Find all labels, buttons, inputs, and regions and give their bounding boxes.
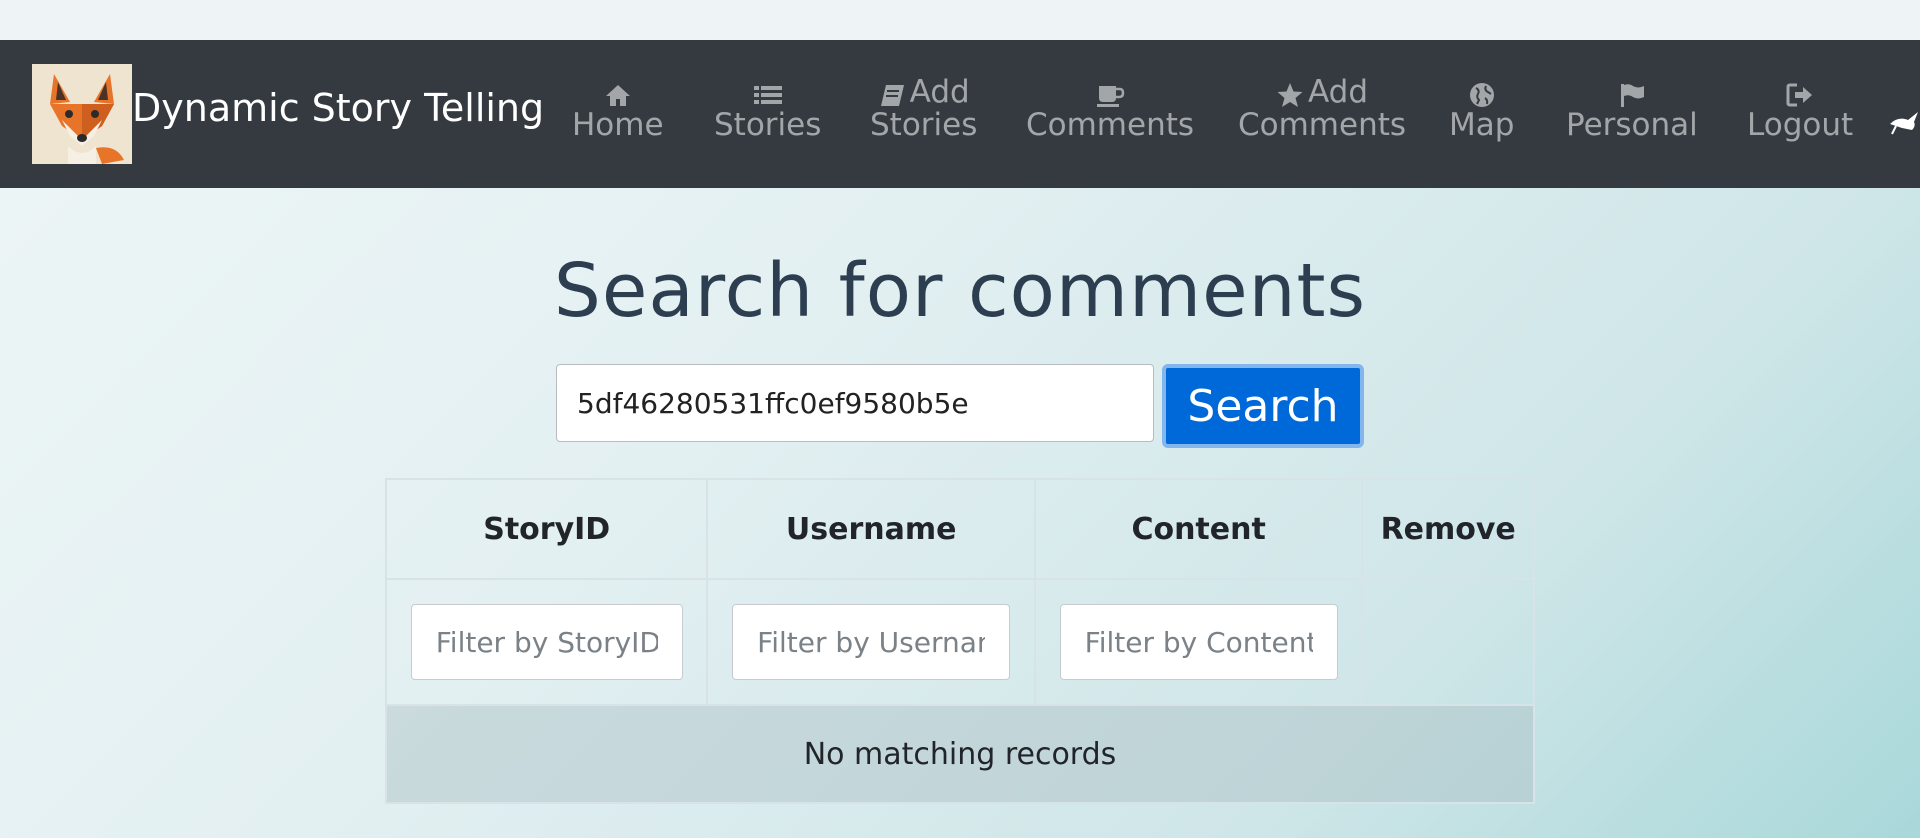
nav-comments[interactable]: Comments <box>1026 76 1194 142</box>
nav-add-comments-line1: Add <box>1238 76 1406 108</box>
nav-stories[interactable]: Stories <box>714 76 821 142</box>
nav-add-stories-add: Add <box>909 74 970 110</box>
star-icon <box>1277 83 1303 107</box>
nav-comments-line1 <box>1026 76 1194 108</box>
nav-personal[interactable]: Personal <box>1566 76 1698 142</box>
logout-icon <box>1786 83 1813 107</box>
list-icon <box>753 86 782 104</box>
nav-map[interactable]: Map <box>1449 76 1514 142</box>
nav-add-comments-label: Comments <box>1238 107 1407 143</box>
table-row: No matching records <box>385 704 1535 804</box>
nav-home[interactable]: Home <box>572 76 664 142</box>
column-header-remove: Remove <box>1361 478 1535 580</box>
nav-home-label: Home <box>572 107 664 143</box>
fox-logo-svg <box>32 64 132 164</box>
nav-logout[interactable]: Logout <box>1747 76 1853 142</box>
nav-add-stories-line1: Add <box>870 76 977 108</box>
nav-stories-label: Stories <box>714 107 822 143</box>
empty-message: No matching records <box>385 704 1535 804</box>
nav-add-stories-label: Stories <box>870 107 978 143</box>
nav-map-label: Map <box>1449 107 1515 143</box>
coffee-cup-icon <box>1097 86 1125 107</box>
nav-personal-label: Personal <box>1566 107 1698 143</box>
brand-title[interactable]: Dynamic Story Telling <box>132 86 544 130</box>
page-title: Search for comments <box>553 248 1367 334</box>
filter-username-input[interactable] <box>732 604 1011 680</box>
nav-comments-label: Comments <box>1026 107 1195 143</box>
navbar: Dynamic Story Telling Home Stories Add S… <box>0 40 1920 188</box>
flag-icon <box>1620 84 1644 107</box>
search-button[interactable]: Search <box>1162 364 1364 448</box>
nav-map-line1 <box>1449 76 1514 108</box>
nav-home-line1 <box>572 76 664 108</box>
top-strip <box>0 0 1920 40</box>
globe-icon <box>1469 83 1494 107</box>
nav-logout-line1 <box>1747 76 1853 108</box>
search-input[interactable] <box>556 364 1154 442</box>
nav-add-comments-add: Add <box>1308 74 1369 110</box>
home-icon <box>605 85 630 106</box>
nav-add-stories[interactable]: Add Stories <box>870 76 977 142</box>
bird-icon <box>1890 112 1918 135</box>
fox-logo-icon[interactable] <box>32 64 132 164</box>
filter-cell-username <box>706 578 1036 706</box>
filter-cell-storyid <box>384 578 709 706</box>
book-icon <box>880 85 904 106</box>
nav-stories-line1 <box>714 76 821 108</box>
comments-table: StoryID Username Content Remove No match… <box>384 478 1535 804</box>
column-header-storyid[interactable]: StoryID <box>384 478 709 580</box>
column-header-username[interactable]: Username <box>706 478 1036 580</box>
filter-content-input[interactable] <box>1059 604 1338 680</box>
filter-cell-content <box>1033 578 1364 706</box>
table-header-row: StoryID Username Content Remove <box>384 478 1535 580</box>
nav-add-comments[interactable]: Add Comments <box>1238 76 1406 142</box>
nav-logout-label: Logout <box>1747 107 1854 143</box>
column-header-content[interactable]: Content <box>1033 478 1364 580</box>
nav-personal-line1 <box>1566 76 1698 108</box>
filter-storyid-input[interactable] <box>410 604 683 680</box>
filter-cell-remove <box>1361 578 1535 706</box>
filter-row <box>384 578 1535 706</box>
